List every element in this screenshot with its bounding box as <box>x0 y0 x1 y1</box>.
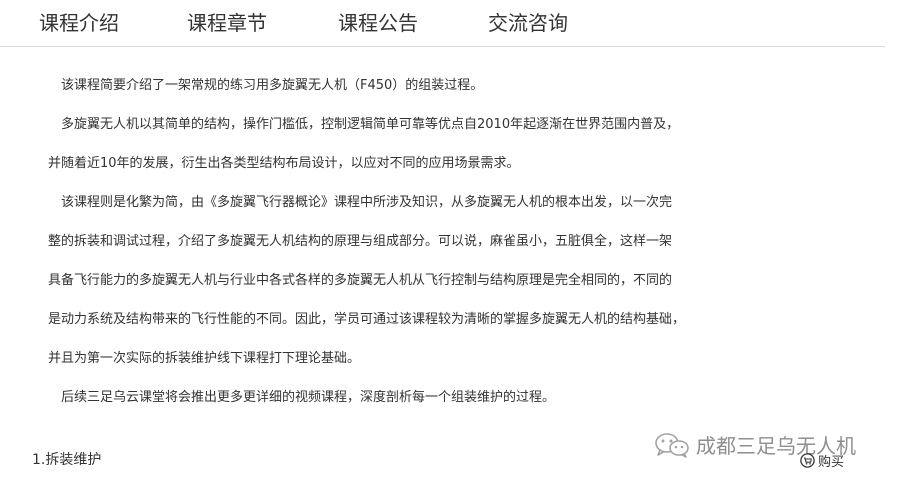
buy-label: 购买 <box>818 455 845 470</box>
description-line: 并随着近10年的发展，衍生出各类型结构布局设计，以应对不同的应用场景需求。 <box>48 156 520 171</box>
wechat-icon <box>654 432 690 458</box>
tab-discussion[interactable]: 交流咨询 <box>488 9 568 37</box>
tab-course-intro[interactable]: 课程介绍 <box>39 9 119 37</box>
description-line: 该课程简要介绍了一架常规的练习用多旋翼无人机（F450）的组装过程。 <box>48 78 484 93</box>
description-line: 后续三足乌云课堂将会推出更多更详细的视频课程，深度剖析每一个组装维护的过程。 <box>48 390 556 405</box>
description-line: 整的拆装和调试过程，介绍了多旋翼无人机结构的原理与组成部分。可以说，麻雀虽小，五… <box>48 234 673 249</box>
buy-button[interactable]: 购买 <box>800 451 844 470</box>
tab-course-chapters[interactable]: 课程章节 <box>187 9 267 37</box>
course-page: 课程介绍 课程章节 课程公告 交流咨询 该课程简要介绍了一架常规的练习用多旋翼无… <box>0 0 899 483</box>
description-line: 该课程则是化繁为简，由《多旋翼飞行器概论》课程中所涉及知识，从多旋翼无人机的根本… <box>48 195 673 210</box>
tab-course-announcements[interactable]: 课程公告 <box>338 9 418 37</box>
course-tab-bar: 课程介绍 课程章节 课程公告 交流咨询 <box>0 0 885 47</box>
description-line: 并且为第一次实际的拆装维护线下课程打下理论基础。 <box>48 351 361 366</box>
description-line: 多旋翼无人机以其简单的结构，操作门槛低，控制逻辑简单可靠等优点自2010年起逐渐… <box>48 117 680 132</box>
chapter-heading[interactable]: 1.拆装维护 <box>32 448 101 472</box>
cart-icon <box>800 453 815 468</box>
description-line: 是动力系统及结构带来的飞行性能的不同。因此，学员可通过该课程较为清晰的掌握多旋翼… <box>48 312 686 327</box>
description-line: 具备飞行能力的多旋翼无人机与行业中各式各样的多旋翼无人机从飞行控制与结构原理是完… <box>48 273 673 288</box>
course-description: 该课程简要介绍了一架常规的练习用多旋翼无人机（F450）的组装过程。 多旋翼无人… <box>48 66 748 417</box>
